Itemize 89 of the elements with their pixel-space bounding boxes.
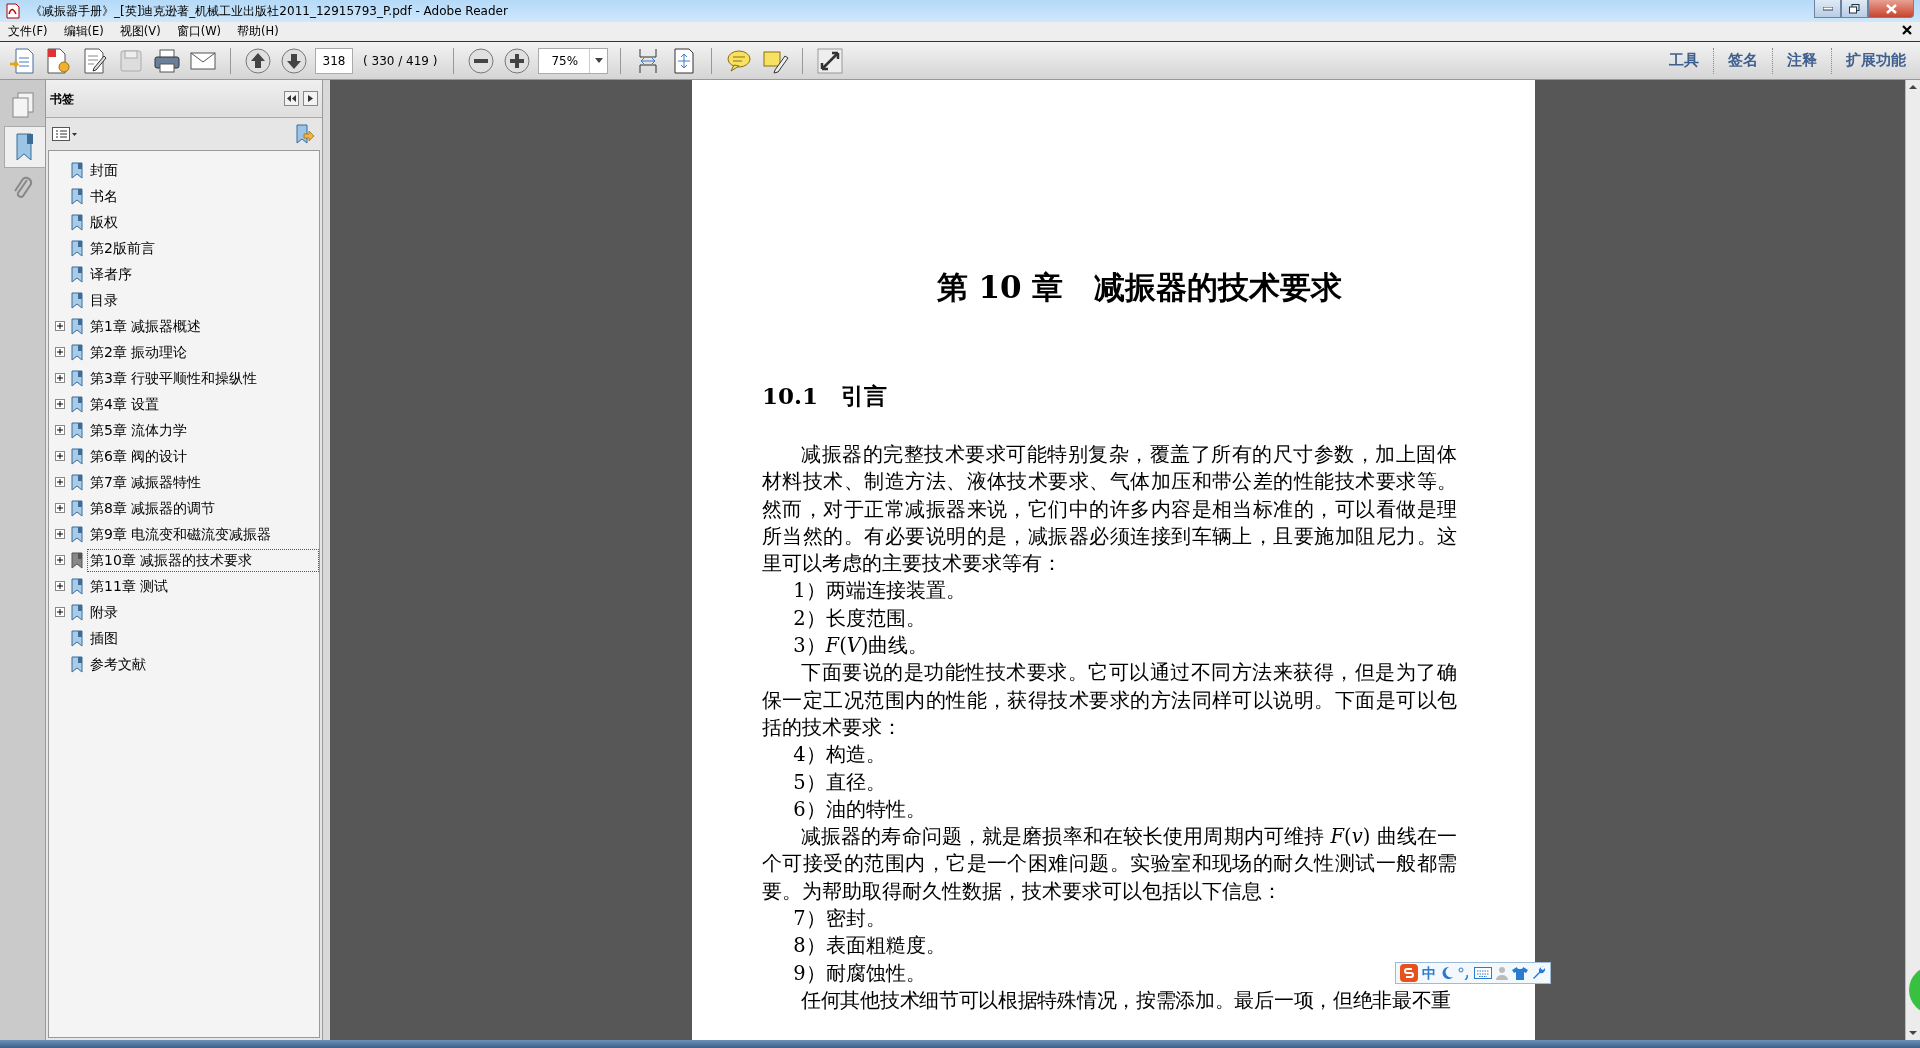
- expand-icon[interactable]: [55, 607, 65, 617]
- bookmark-item[interactable]: 书名: [87, 184, 121, 208]
- panel-title: 书签: [50, 90, 74, 108]
- vertical-scrollbar[interactable]: [1905, 80, 1920, 1040]
- bookmark-item[interactable]: 封面: [87, 158, 121, 182]
- shirt-icon[interactable]: [1512, 966, 1528, 980]
- bookmark-item[interactable]: 译者序: [87, 262, 135, 286]
- expand-icon[interactable]: [55, 503, 65, 513]
- bookmark-item[interactable]: 第7章 减振器特性: [87, 470, 205, 494]
- page-count: ( 330 / 419 ): [362, 52, 439, 70]
- expand-icon[interactable]: [55, 581, 65, 591]
- chapter-heading: 第 10 章 减振器的技术要求: [935, 268, 1344, 307]
- list-item: 7）密封。: [793, 906, 886, 933]
- zoom-out-icon[interactable]: [466, 45, 497, 76]
- next-panel-button[interactable]: [303, 91, 318, 106]
- bookmark-item[interactable]: 附录: [87, 600, 121, 624]
- window-title: 《减振器手册》_[英]迪克逊著_机械工业出版社2011_12915793_P.pdf - Adobe Reader: [30, 3, 508, 20]
- bookmark-item[interactable]: 第10章 减振器的技术要求: [87, 548, 319, 572]
- paragraph: 下面要说的是功能性技术要求。它可以通过不同方法来获得，但是为了确保一定工况范围内的性能，获得技术要求的方法同样可以说明。下面是可以包括的技术要求：: [762, 660, 1457, 741]
- full-screen-icon[interactable]: [815, 45, 846, 76]
- next-page-icon[interactable]: [279, 45, 309, 76]
- menu-item[interactable]: 窗口(W): [168, 22, 230, 41]
- page-number-field[interactable]: 318: [315, 47, 353, 74]
- bookmark-item[interactable]: 第11章 测试: [87, 574, 172, 598]
- bookmark-item[interactable]: 第3章 行驶平顺性和操纵性: [87, 366, 261, 390]
- list-item: 8）表面粗糙度。: [793, 933, 946, 960]
- keyboard-icon[interactable]: [1474, 967, 1492, 979]
- paragraph: 减振器的完整技术要求可能特别复杂，覆盖了所有的尺寸参数，加上固体材料技术、制造方法、液体技术要求、气体加压和带公差的性能技术要求等。然而，对于正常减振器来说，它们中的许多内容是相当标准的，可以看做是理所当然的。有必要说明的是，减振器必须连接到车辆上，且要施加阻尼力。这里可以考虑的主要技术要求等有：: [762, 442, 1457, 578]
- bookmark-item[interactable]: 参考文献: [87, 652, 149, 676]
- task-pane-button[interactable]: 签名: [1713, 47, 1772, 74]
- task-pane-button[interactable]: 扩展功能: [1831, 47, 1920, 74]
- expand-icon[interactable]: [55, 373, 65, 383]
- punctuation-icon[interactable]: [1458, 966, 1470, 980]
- bookmark-icon[interactable]: [14, 132, 36, 162]
- zoom-in-icon[interactable]: [502, 45, 533, 76]
- restore-icon: [1849, 3, 1860, 14]
- expand-icon[interactable]: [55, 425, 65, 435]
- moon-icon[interactable]: [1440, 966, 1454, 980]
- expand-icon[interactable]: [55, 347, 65, 357]
- bookmark-item[interactable]: 第6章 阀的设计: [87, 444, 191, 468]
- paragraph: 减振器的寿命问题，就是磨损率和在较长使用周期内可维持 F(v) 曲线在一个可接受的范围内，它是一个困难问题。实验室和现场的耐久性测试一般都需要。为帮助取得耐久性数据，技术要求可以包括以下信息：: [762, 824, 1457, 905]
- bookmark-item[interactable]: 插图: [87, 626, 121, 650]
- menu-item[interactable]: 帮助(H): [229, 22, 287, 41]
- bookmark-item[interactable]: 第2版前言: [87, 236, 158, 260]
- list-item: 4）构造。: [793, 742, 886, 769]
- bookmark-item[interactable]: 第4章 设置: [87, 392, 163, 416]
- section-heading: 10.1 引言: [762, 380, 889, 411]
- close-button[interactable]: [1868, 0, 1914, 18]
- input-mode-toggle[interactable]: 中: [1422, 962, 1436, 984]
- expand-icon[interactable]: [55, 477, 65, 487]
- expand-icon[interactable]: [55, 321, 65, 331]
- app-icon: [6, 3, 20, 19]
- expand-icon[interactable]: [55, 451, 65, 461]
- task-pane-button[interactable]: 工具: [1655, 47, 1713, 74]
- expand-icon[interactable]: [55, 529, 65, 539]
- menu-item[interactable]: 文件(F): [0, 22, 56, 41]
- wrench-icon[interactable]: [1532, 966, 1546, 980]
- close-icon: [1885, 3, 1897, 14]
- list-item: 2）长度范围。: [793, 605, 926, 632]
- bookmark-item[interactable]: 第1章 减振器概述: [87, 314, 205, 338]
- list-item: 3）F(V)曲线。: [793, 633, 929, 660]
- task-pane-button[interactable]: 注释: [1772, 47, 1831, 74]
- previous-page-icon[interactable]: [243, 45, 273, 76]
- expand-icon[interactable]: [55, 555, 65, 565]
- list-item: 6）油的特性。: [793, 796, 926, 823]
- zoom-field[interactable]: 75%: [538, 47, 609, 74]
- bookmark-item[interactable]: 第9章 电流变和磁流变减振器: [87, 522, 275, 546]
- options-icon[interactable]: [52, 127, 78, 141]
- restore-button[interactable]: [1841, 0, 1868, 18]
- expand-icon[interactable]: [55, 399, 65, 409]
- caret-icon[interactable]: [595, 58, 603, 63]
- double-arrow-left-icon: [287, 95, 296, 102]
- list-item: 1）两端连接装置。: [793, 578, 966, 605]
- list-item: 9）耐腐蚀性。: [793, 960, 926, 987]
- bookmark-item[interactable]: 第5章 流体力学: [87, 418, 191, 442]
- list-item: 5）直径。: [793, 769, 886, 796]
- arrow-right-icon: [308, 95, 313, 102]
- close-icon[interactable]: [1902, 25, 1912, 35]
- ime-logo-icon[interactable]: [1400, 964, 1418, 982]
- menu-item[interactable]: 编辑(E): [55, 22, 112, 41]
- bookmark-search-icon[interactable]: [294, 124, 314, 144]
- collapse-panel-button[interactable]: [284, 91, 299, 106]
- bookmark-item[interactable]: 第2章 振动理论: [87, 340, 191, 364]
- bookmark-item[interactable]: 第8章 减振器的调节: [87, 496, 219, 520]
- bookmark-item[interactable]: 版权: [87, 210, 121, 234]
- bookmark-item[interactable]: 目录: [87, 288, 121, 312]
- paragraph: 任何其他技术细节可以根据特殊情况，按需添加。最后一项，但绝非最不重: [800, 987, 1453, 1014]
- minimize-icon: [1822, 6, 1833, 11]
- menu-item[interactable]: 视图(V): [111, 22, 169, 41]
